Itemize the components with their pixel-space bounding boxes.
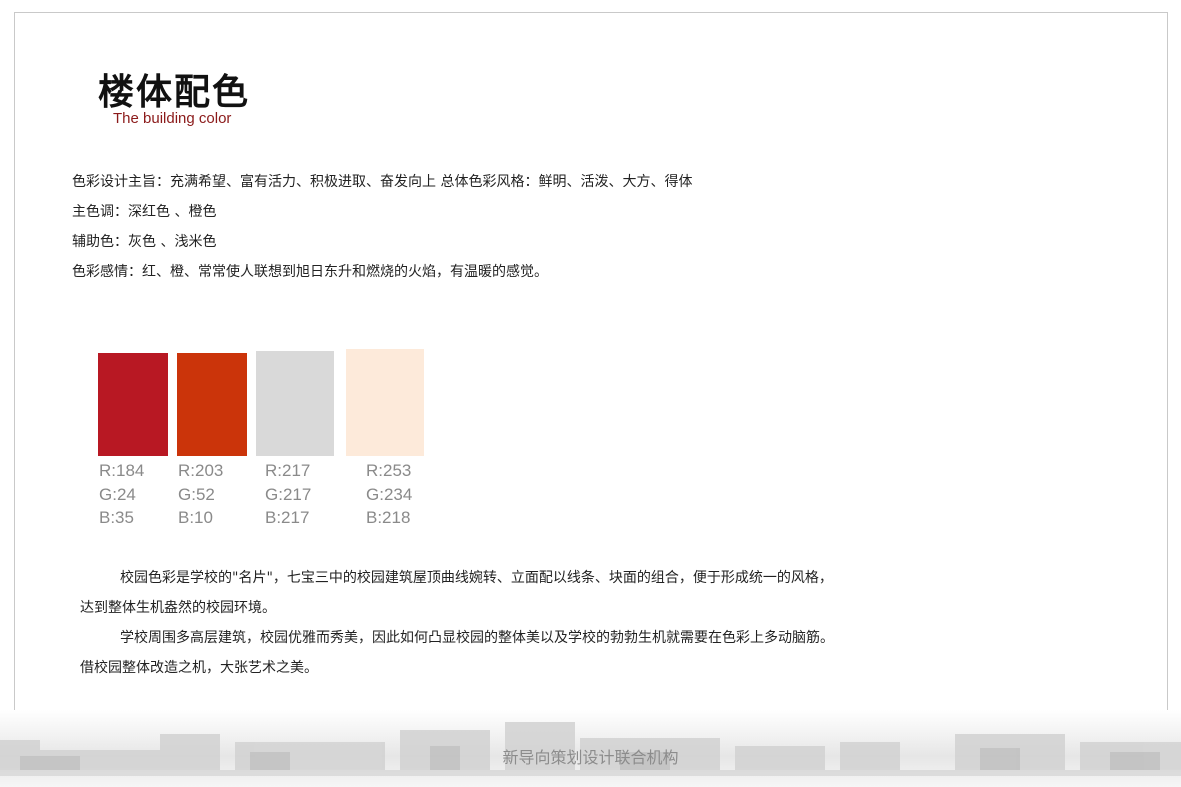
blue-value: B:218: [366, 508, 411, 527]
swatch-orange: [177, 353, 247, 456]
swatch-gray: [256, 351, 334, 456]
body-paragraph-1-line-1: 校园色彩是学校的"名片"，七宝三中的校园建筑屋顶曲线婉转、立面配以线条、块面的组…: [120, 570, 833, 586]
footer-organization: 新导向策划设计联合机构: [502, 748, 679, 767]
body-paragraph-2-line-2: 借校园整体改造之机，大张艺术之美。: [80, 660, 318, 676]
swatch-values-orange: R:203 G:52 B:10: [178, 459, 223, 530]
intro-line-theme: 色彩设计主旨：充满希望、富有活力、积极进取、奋发向上 总体色彩风格：鲜明、活泼、…: [72, 174, 693, 190]
intro-line-emotion: 色彩感情：红、橙、常常使人联想到旭日东升和燃烧的火焰，有温暖的感觉。: [72, 264, 548, 280]
green-value: G:52: [178, 484, 215, 504]
intro-line-main-tone: 主色调：深红色 、橙色: [72, 204, 217, 220]
blue-value: B:35: [99, 508, 134, 527]
color-intro: 色彩设计主旨：充满希望、富有活力、积极进取、奋发向上 总体色彩风格：鲜明、活泼、…: [72, 167, 692, 287]
green-value: G:24: [99, 484, 136, 504]
swatch-values-gray: R:217 G:217 B:217: [265, 459, 311, 530]
swatch-values-deep-red: R:184 G:24 B:35: [99, 459, 144, 530]
green-value: G:234: [366, 484, 413, 504]
page-subtitle: The building color: [113, 110, 232, 127]
red-value: R:203: [178, 461, 224, 480]
body-paragraph-1-line-2: 达到整体生机盎然的校园环境。: [80, 600, 276, 616]
green-value: G:217: [265, 484, 312, 504]
description-body: 校园色彩是学校的"名片"，七宝三中的校园建筑屋顶曲线婉转、立面配以线条、块面的组…: [80, 563, 980, 683]
swatch-beige: [346, 349, 424, 456]
swatch-values-beige: R:253 G:234 B:218: [366, 459, 412, 530]
swatch-deep-red: [98, 353, 168, 456]
red-value: R:253: [366, 461, 412, 480]
blue-value: B:10: [178, 508, 213, 527]
red-value: R:217: [265, 461, 311, 480]
body-paragraph-2-line-1: 学校周围多高层建筑，校园优雅而秀美，因此如何凸显校园的整体美以及学校的勃勃生机就…: [120, 630, 834, 646]
intro-line-auxiliary: 辅助色：灰色 、浅米色: [72, 234, 217, 250]
blue-value: B:217: [265, 508, 310, 527]
red-value: R:184: [99, 461, 145, 480]
